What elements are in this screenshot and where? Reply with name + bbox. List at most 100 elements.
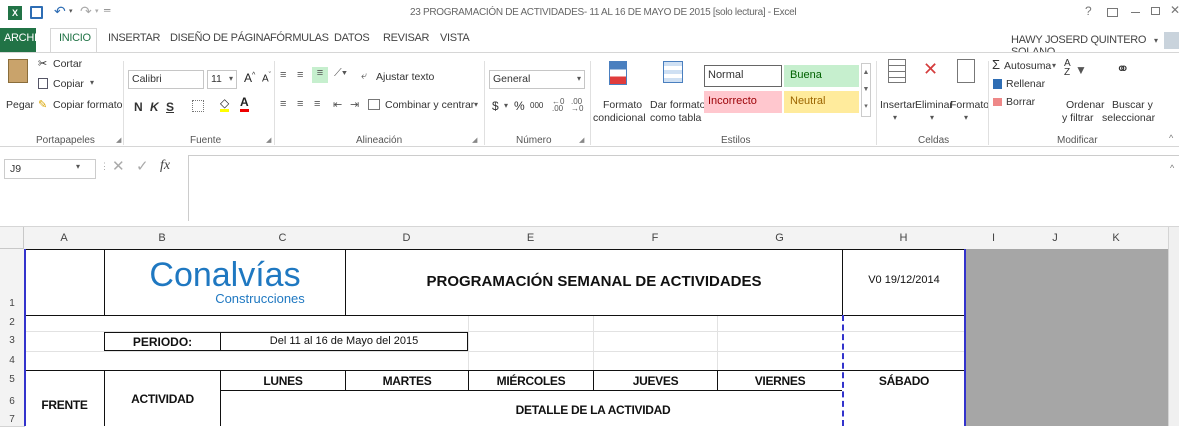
undo-dropdown-icon[interactable]: ▾: [69, 7, 73, 15]
row-header[interactable]: 4: [0, 351, 25, 371]
collapse-ribbon-icon[interactable]: ^: [1169, 133, 1173, 143]
find-select-button-line2[interactable]: seleccionar: [1102, 112, 1155, 124]
borders-icon[interactable]: [192, 100, 204, 112]
chevron-down-icon[interactable]: ▾: [76, 162, 80, 171]
chevron-down-icon[interactable]: ▾: [930, 113, 934, 122]
cancel-icon[interactable]: ✕: [112, 157, 125, 175]
percent-button[interactable]: %: [514, 99, 525, 113]
align-center-icon[interactable]: ≡: [297, 98, 303, 110]
align-top-icon[interactable]: ≡: [280, 69, 286, 81]
format-cells-button[interactable]: Formato: [950, 99, 989, 111]
align-middle-icon[interactable]: ≡: [297, 69, 303, 81]
bold-button[interactable]: N: [134, 100, 143, 114]
column-header[interactable]: C: [220, 227, 346, 250]
underline-button[interactable]: S: [166, 100, 174, 114]
chevron-down-icon[interactable]: ▾: [893, 113, 897, 122]
column-header[interactable]: J: [1022, 227, 1089, 250]
tab-insertar[interactable]: INSERTAR: [108, 32, 161, 44]
delete-cells-button[interactable]: Eliminar: [915, 99, 953, 111]
shrink-font-icon[interactable]: Aˇ: [262, 72, 271, 84]
avatar[interactable]: [1164, 32, 1179, 49]
column-header[interactable]: G: [717, 227, 843, 250]
column-header[interactable]: B: [104, 227, 221, 250]
formula-input[interactable]: [188, 155, 1179, 221]
column-header[interactable]: K: [1088, 227, 1145, 250]
fill-button[interactable]: Rellenar: [1006, 78, 1045, 90]
paste-button[interactable]: Pegar: [6, 99, 34, 111]
cut-button[interactable]: Cortar: [53, 58, 82, 70]
font-color-icon[interactable]: A: [240, 96, 249, 112]
conditional-format-button[interactable]: Formato: [603, 99, 642, 111]
copy-button[interactable]: Copiar: [53, 78, 84, 90]
enter-icon[interactable]: ✓: [136, 157, 149, 175]
column-header[interactable]: I: [965, 227, 1023, 250]
row-header[interactable]: 6: [0, 390, 25, 415]
chevron-down-icon[interactable]: ▾: [90, 78, 94, 87]
insert-function-icon[interactable]: fx: [160, 158, 170, 174]
chevron-down-icon[interactable]: ▾: [1052, 61, 1056, 70]
styles-scroll[interactable]: ▲ ▼ ▾: [861, 63, 871, 117]
decrease-indent-icon[interactable]: ⇤: [333, 98, 342, 111]
wrap-text-button[interactable]: Ajustar texto: [376, 71, 434, 83]
format-as-table-button-line2[interactable]: como tabla: [650, 112, 701, 124]
save-icon[interactable]: [30, 6, 43, 19]
row-header[interactable]: 7: [0, 414, 25, 427]
redo-dropdown-icon[interactable]: ▾: [95, 7, 99, 15]
close-icon[interactable]: ✕: [1170, 3, 1179, 17]
help-icon[interactable]: ?: [1085, 4, 1092, 18]
select-all-corner[interactable]: [0, 227, 24, 249]
autosum-button[interactable]: Autosuma: [1004, 60, 1051, 72]
clear-button[interactable]: Borrar: [1006, 96, 1035, 108]
user-dropdown-icon[interactable]: ▾: [1154, 36, 1158, 45]
row-header[interactable]: 2: [0, 315, 25, 332]
tab-revisar[interactable]: REVISAR: [383, 32, 430, 44]
number-launcher-icon[interactable]: ◢: [579, 136, 584, 144]
tab-diseno-pagina[interactable]: DISEÑO DE PÁGINA: [170, 32, 271, 44]
format-painter-button[interactable]: Copiar formato: [53, 99, 122, 111]
tab-datos[interactable]: DATOS: [334, 32, 370, 44]
fill-color-icon[interactable]: ◇: [220, 97, 230, 112]
italic-button[interactable]: K: [150, 100, 159, 114]
excel-icon[interactable]: X: [8, 6, 22, 20]
conditional-format-button-line2[interactable]: condicional: [593, 112, 646, 124]
redo-icon[interactable]: ↷: [80, 3, 92, 20]
undo-icon[interactable]: ↶: [54, 3, 66, 20]
format-as-table-button[interactable]: Dar formato: [650, 99, 705, 111]
align-left-icon[interactable]: ≡: [280, 98, 286, 110]
expand-formula-icon[interactable]: ^: [1170, 163, 1174, 173]
tab-vista[interactable]: VISTA: [440, 32, 470, 44]
increase-decimal-icon[interactable]: ←0.00: [552, 98, 564, 113]
sort-filter-button-line2[interactable]: y filtrar: [1062, 112, 1094, 124]
periodo-value[interactable]: Del 11 al 16 de Mayo del 2015: [221, 335, 467, 347]
column-header[interactable]: A: [24, 227, 105, 250]
sort-filter-button[interactable]: Ordenar: [1066, 99, 1105, 111]
font-launcher-icon[interactable]: ◢: [266, 136, 271, 144]
currency-button[interactable]: $: [492, 99, 499, 113]
clipboard-launcher-icon[interactable]: ◢: [116, 136, 121, 144]
insert-cells-button[interactable]: Insertar: [880, 99, 916, 111]
restore-icon[interactable]: [1151, 7, 1160, 15]
vertical-scrollbar[interactable]: [1168, 227, 1179, 426]
find-select-button[interactable]: Buscar y: [1112, 99, 1153, 111]
paste-icon[interactable]: [8, 59, 28, 83]
grow-font-icon[interactable]: A^: [244, 71, 255, 85]
decrease-decimal-icon[interactable]: .00 →0: [571, 98, 583, 113]
increase-indent-icon[interactable]: ⇥: [350, 98, 359, 111]
merge-center-button[interactable]: Combinar y centrar: [385, 99, 474, 111]
column-header[interactable]: D: [345, 227, 469, 250]
align-bottom-icon[interactable]: ≡: [312, 67, 328, 83]
orientation-icon[interactable]: ⟋▾: [334, 67, 347, 80]
column-header[interactable]: H: [842, 227, 966, 250]
tab-formulas[interactable]: FÓRMULAS: [270, 32, 329, 44]
row-header[interactable]: 3: [0, 331, 25, 352]
row-header[interactable]: 5: [0, 370, 25, 391]
minimize-icon[interactable]: [1131, 12, 1140, 13]
chevron-down-icon[interactable]: ▾: [964, 113, 968, 122]
worksheet-grid[interactable]: A B C D E F G H I J K 1 2 3 4 5 6 7 Cona…: [0, 227, 1179, 427]
align-right-icon[interactable]: ≡: [314, 98, 320, 110]
thousands-button[interactable]: 000: [530, 101, 543, 110]
column-header[interactable]: E: [468, 227, 594, 250]
column-header[interactable]: F: [593, 227, 718, 250]
customize-qat-icon[interactable]: ═: [104, 5, 110, 15]
chevron-down-icon[interactable]: ▾: [504, 101, 508, 110]
